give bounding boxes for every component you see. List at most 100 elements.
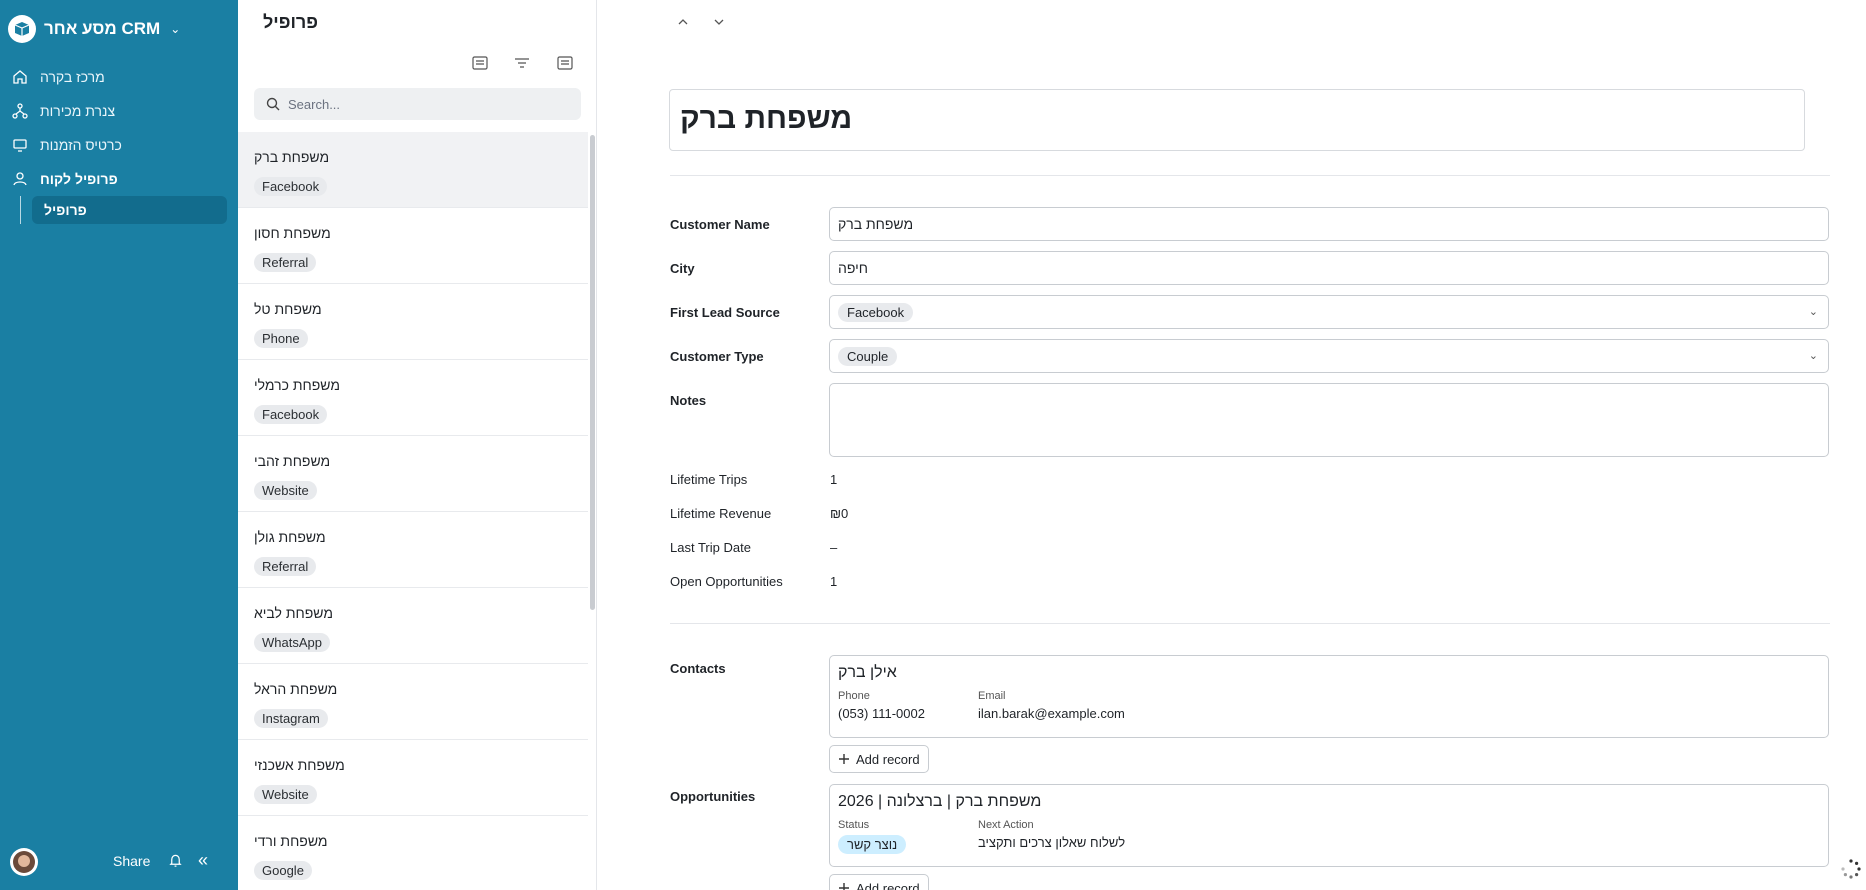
record-detail: משפחת ברק Customer Name משפחת ברק City ח… — [597, 0, 1866, 890]
next-action-label: Next Action — [978, 819, 1034, 831]
list-scrollbar[interactable] — [590, 135, 595, 610]
customer-name-label: Customer Name — [670, 217, 770, 232]
home-icon — [13, 70, 27, 84]
list-item-name: משפחת גולן — [254, 529, 326, 545]
search-input[interactable] — [288, 96, 568, 112]
status-label: Status — [838, 819, 870, 831]
lifetime-trips-label: Lifetime Trips — [670, 472, 748, 487]
customer-type-label: Customer Type — [670, 349, 764, 364]
add-opportunity-button[interactable]: Add record — [829, 874, 929, 890]
sidebar-item-pipeline[interactable]: צנרת מכירות — [8, 94, 230, 128]
list-item-name: משפחת הראל — [254, 681, 338, 697]
chevron-down-icon: ⌄ — [1808, 350, 1818, 362]
sidebar-subitem-profile[interactable]: פרופיל — [32, 196, 227, 224]
list-item-name: משפחת אשכנזי — [254, 757, 345, 773]
email-label: Email — [978, 690, 1006, 702]
sidebar-item-bookings[interactable]: כרטיס הזמנות — [8, 128, 230, 162]
list-item[interactable]: משפחת ברק Facebook — [238, 132, 588, 208]
share-button[interactable]: Share — [113, 853, 150, 869]
chevron-down-icon: ⌄ — [1808, 306, 1818, 318]
record-list: משפחת ברק Facebook משפחת חסון Referral משפ… — [238, 132, 588, 890]
lead-source-tag: Phone — [254, 329, 308, 348]
open-opportunities-label: Open Opportunities — [670, 574, 783, 589]
list-item[interactable]: משפחת ורדי Google — [238, 816, 588, 890]
user-icon — [13, 172, 27, 186]
chevron-down-icon: ⌄ — [170, 22, 181, 36]
list-title: פרופיל — [263, 12, 318, 32]
list-item-name: משפחת זהבי — [254, 453, 331, 469]
contact-name: אילן ברק — [838, 664, 897, 681]
search-icon — [266, 97, 280, 111]
add-contact-button[interactable]: Add record — [829, 745, 929, 773]
lead-source-tag: Facebook — [254, 405, 328, 424]
sidebar-item-dashboard[interactable]: מרכז בקרה — [8, 60, 230, 94]
list-item[interactable]: משפחת הראל Instagram — [238, 664, 588, 740]
contact-card[interactable]: אילן ברק Phone (053) 111-0002 Email ilan… — [829, 655, 1829, 738]
lead-source-select[interactable]: Facebook ⌄ — [829, 295, 1829, 329]
add-record-label: Add record — [856, 751, 920, 767]
workspace-switcher[interactable]: מסע אחר CRM ⌄ — [8, 12, 180, 46]
city-label: City — [670, 261, 695, 276]
view-options-icon[interactable] — [557, 53, 573, 73]
lead-source-tag: Facebook — [254, 177, 328, 196]
list-item[interactable]: משפחת כרמלי Facebook — [238, 360, 588, 436]
filter-icon[interactable] — [514, 53, 530, 73]
list-item[interactable]: משפחת טל Phone — [238, 284, 588, 360]
collapse-sidebar-icon[interactable]: « — [198, 850, 208, 871]
record-title: משפחת ברק — [680, 102, 853, 135]
status-badge: נוצר קשר — [838, 835, 907, 854]
plus-icon — [839, 883, 849, 890]
opportunity-card[interactable]: משפחת ברק | ברצלונה | 2026 Status נוצר ק… — [829, 784, 1829, 867]
list-item[interactable]: משפחת גולן Referral — [238, 512, 588, 588]
contacts-label: Contacts — [670, 661, 726, 676]
tree-line — [20, 196, 21, 224]
list-item-name: משפחת ברק — [254, 149, 330, 165]
record-list-panel: פרופיל משפחת ברק Facebook משפחת חסון Refer… — [238, 0, 597, 890]
sidebar-item-label: מרכז בקרה — [40, 69, 105, 85]
notes-label: Notes — [670, 393, 707, 408]
list-item-name: משפחת כרמלי — [254, 377, 340, 393]
plus-icon — [839, 754, 849, 764]
chevron-down-icon[interactable] — [713, 18, 725, 26]
customer-type-select[interactable]: Couple ⌄ — [829, 339, 1829, 373]
customer-name-field[interactable]: משפחת ברק — [829, 207, 1829, 241]
customer-type-pill: Couple — [838, 346, 898, 366]
record-title-field[interactable]: משפחת ברק — [669, 89, 1805, 151]
open-opportunities-value: 1 — [830, 574, 838, 589]
lifetime-revenue-value: ₪0 — [830, 506, 849, 521]
list-item[interactable]: משפחת לביא WhatsApp — [238, 588, 588, 664]
sidebar-footer: Share « — [0, 834, 238, 890]
list-item[interactable]: משפחת אשכנזי Website — [238, 740, 588, 816]
list-item-name: משפחת לביא — [254, 605, 333, 621]
lifetime-trips-value: 1 — [830, 472, 838, 487]
opportunity-name: משפחת ברק | ברצלונה | 2026 — [838, 793, 1042, 810]
loading-spinner-icon — [1841, 859, 1861, 879]
avatar[interactable] — [10, 848, 38, 876]
list-item-name: משפחת טל — [254, 301, 322, 317]
chevron-up-icon[interactable] — [677, 18, 689, 26]
add-record-label: Add record — [856, 880, 920, 890]
layout-icon[interactable] — [472, 53, 488, 73]
lead-source-label: First Lead Source — [670, 305, 780, 320]
lead-source-tag: Referral — [254, 253, 317, 272]
customer-name-value: משפחת ברק — [838, 216, 914, 232]
workspace-title: מסע אחר CRM — [44, 19, 161, 38]
list-item-name: משפחת חסון — [254, 225, 331, 241]
lead-source-tag: WhatsApp — [254, 633, 330, 652]
lead-source-tag: Website — [254, 481, 317, 500]
lifetime-revenue-label: Lifetime Revenue — [670, 506, 772, 521]
city-field[interactable]: חיפה — [829, 251, 1829, 285]
monitor-icon — [13, 139, 27, 152]
divider — [670, 623, 1830, 624]
notes-field[interactable] — [829, 383, 1829, 457]
sidebar-item-customer-profile[interactable]: פרופיל לקוח — [8, 162, 230, 196]
bell-icon[interactable] — [168, 853, 183, 868]
list-item[interactable]: משפחת זהבי Website — [238, 436, 588, 512]
list-item[interactable]: משפחת חסון Referral — [238, 208, 588, 284]
sidebar-item-label: כרטיס הזמנות — [40, 137, 122, 153]
list-item-name: משפחת ורדי — [254, 833, 328, 849]
record-navigation — [677, 18, 725, 26]
next-action-value: לשלוח שאלון צרכים ותקציב — [978, 835, 1126, 850]
search-box[interactable] — [254, 88, 581, 120]
lead-source-tag: Website — [254, 785, 317, 804]
